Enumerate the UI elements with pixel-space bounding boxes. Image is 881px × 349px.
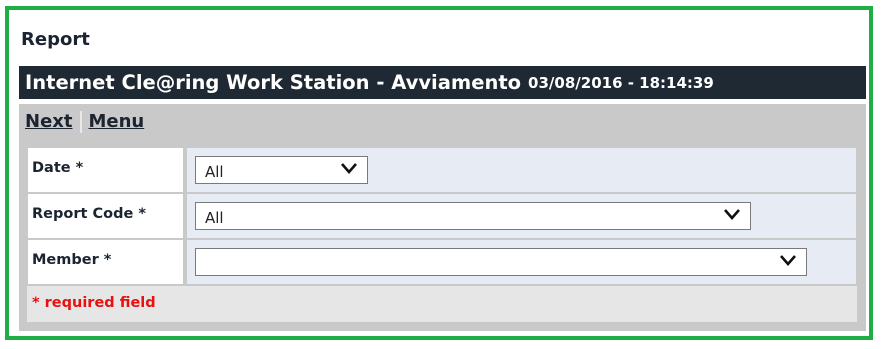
report-code-label: Report Code * bbox=[27, 193, 184, 239]
member-row: Member * bbox=[27, 239, 857, 285]
report-heading: Report bbox=[21, 29, 90, 50]
date-select[interactable]: All bbox=[195, 156, 368, 184]
report-code-select-value: All bbox=[205, 209, 224, 227]
report-code-row: Report Code * All bbox=[27, 193, 857, 239]
chevron-down-icon bbox=[341, 163, 357, 174]
chevron-down-icon bbox=[780, 255, 796, 266]
nav-bar: Next Menu bbox=[19, 104, 866, 139]
required-note-row: * required field bbox=[27, 286, 857, 322]
date-label: Date * bbox=[27, 147, 184, 193]
next-link[interactable]: Next bbox=[25, 111, 73, 132]
timestamp: 03/08/2016 - 18:14:39 bbox=[528, 73, 714, 92]
date-row: Date * All bbox=[27, 147, 857, 193]
member-label: Member * bbox=[27, 239, 184, 285]
nav-separator bbox=[79, 110, 82, 133]
member-select[interactable] bbox=[195, 248, 807, 276]
title-bar: Internet Cle@ring Work Station - Avviame… bbox=[19, 66, 866, 99]
required-field-note: * required field bbox=[32, 295, 156, 311]
report-code-select[interactable]: All bbox=[195, 202, 751, 230]
report-code-field-cell: All bbox=[186, 193, 857, 239]
menu-link[interactable]: Menu bbox=[89, 111, 145, 132]
member-field-cell bbox=[186, 239, 857, 285]
date-field-cell: All bbox=[186, 147, 857, 193]
report-form: Date * All Report Code * All Member * * … bbox=[19, 139, 866, 331]
app-title: Internet Cle@ring Work Station - Avviame… bbox=[25, 71, 522, 94]
date-select-value: All bbox=[205, 163, 224, 181]
chevron-down-icon bbox=[724, 209, 740, 220]
